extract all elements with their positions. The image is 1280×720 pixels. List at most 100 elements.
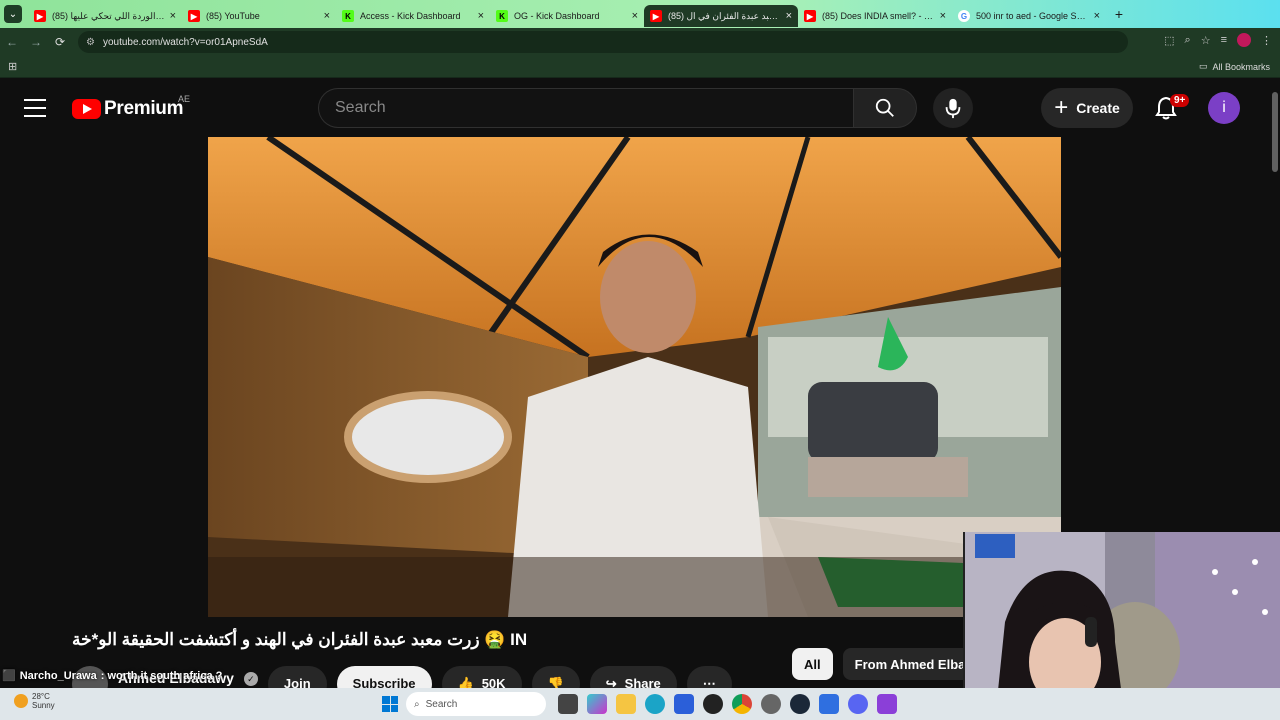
chat-username: Narcho_Urawa: [19, 669, 97, 682]
chat-message: : worth it south africa ?: [100, 669, 223, 682]
taskbar-search[interactable]: ⌕ Search: [406, 692, 546, 716]
like-button[interactable]: 👍 50K: [441, 666, 522, 688]
taskbar-apps: [558, 694, 897, 714]
logo-text: Premium: [104, 98, 184, 119]
windows-taskbar: 28°C Sunny ⌕ Search: [0, 688, 1280, 720]
browser-tab[interactable]: ▶ (85) زرت معبد عبدة الفئران في ال ×: [644, 5, 798, 27]
browser-toolbar: ← → ⟳ ⚙ youtube.com/watch?v=or01ApneSdA …: [0, 28, 1280, 56]
edge-icon[interactable]: [645, 694, 665, 714]
video-player[interactable]: [208, 137, 1061, 617]
guide-menu-icon[interactable]: [24, 96, 46, 120]
youtube-favicon-icon: ▶: [804, 10, 816, 22]
verified-badge-icon: ✓: [243, 672, 258, 686]
app-purple-icon[interactable]: [877, 694, 897, 714]
search-button[interactable]: [853, 88, 917, 128]
kick-favicon-icon: K: [342, 10, 354, 22]
close-tab-icon[interactable]: ×: [170, 10, 176, 22]
forward-icon[interactable]: →: [24, 35, 48, 49]
chip-from-channel[interactable]: From Ahmed Elba: [842, 648, 978, 680]
thumbs-down-icon: 👎: [547, 676, 564, 688]
plus-icon: +: [1054, 94, 1069, 121]
sun-icon: [14, 694, 28, 708]
discord-icon[interactable]: [848, 694, 868, 714]
close-tab-icon[interactable]: ×: [632, 10, 638, 22]
youtube-favicon-icon: ▶: [34, 10, 46, 22]
tab-title: 500 inr to aed - Google Search: [976, 11, 1090, 21]
chip-all[interactable]: All: [792, 648, 833, 680]
close-tab-icon[interactable]: ×: [940, 10, 946, 22]
tab-title: (85) زرت معبد عبدة الفئران في ال: [668, 10, 782, 21]
reload-icon[interactable]: ⟳: [48, 35, 72, 49]
weather-widget[interactable]: 28°C Sunny: [14, 692, 55, 710]
chrome-icon[interactable]: [732, 694, 752, 714]
account-avatar[interactable]: i: [1208, 92, 1240, 124]
site-info-icon[interactable]: ⚙: [86, 37, 95, 48]
profile-avatar[interactable]: [1237, 33, 1251, 47]
tab-title: Access - Kick Dashboard: [360, 11, 461, 21]
bookmarks-bar: ⊞ ▭ All Bookmarks: [0, 56, 1280, 78]
tab-search-icon[interactable]: ⌄: [4, 5, 22, 23]
back-icon[interactable]: ←: [0, 35, 24, 49]
create-button[interactable]: + Create: [1041, 88, 1133, 128]
close-tab-icon[interactable]: ×: [324, 10, 330, 22]
scrollbar-thumb[interactable]: [1272, 92, 1278, 172]
settings-icon[interactable]: [761, 694, 781, 714]
temperature: 28°C: [32, 692, 50, 701]
browser-tab[interactable]: ▶ (85) الوردة اللي تحكي عليها .be ×: [28, 5, 182, 27]
bookmark-star-icon[interactable]: ☆: [1201, 34, 1211, 47]
notification-badge: 9+: [1170, 94, 1190, 107]
store-icon[interactable]: [674, 694, 694, 714]
obs-icon[interactable]: [703, 694, 723, 714]
app-blue-icon[interactable]: [819, 694, 839, 714]
browser-tab[interactable]: G 500 inr to aed - Google Search ×: [952, 5, 1106, 27]
join-button[interactable]: Join: [267, 666, 327, 688]
tab-title: OG - Kick Dashboard: [514, 11, 600, 21]
new-tab-button[interactable]: +: [1110, 5, 1128, 23]
subscribe-label: Subscribe: [352, 676, 416, 688]
url-text: youtube.com/watch?v=or01ApneSdA: [102, 36, 268, 48]
microphone-icon: [945, 98, 961, 119]
install-icon[interactable]: ⬚: [1164, 34, 1174, 47]
steam-icon[interactable]: [790, 694, 810, 714]
share-button[interactable]: ↪ Share: [589, 666, 677, 688]
file-explorer-icon[interactable]: [616, 694, 636, 714]
apps-grid-icon[interactable]: ⊞: [8, 60, 17, 73]
youtube-favicon-icon: ▶: [650, 10, 662, 22]
youtube-masthead: Premium AE + Create 9+ i: [0, 80, 1280, 136]
video-frame: [208, 137, 1061, 617]
youtube-favicon-icon: ▶: [188, 10, 200, 22]
voice-search-button[interactable]: [933, 88, 973, 128]
like-count: 50K: [481, 676, 506, 688]
subscribe-button[interactable]: Subscribe: [336, 666, 432, 688]
zoom-icon[interactable]: ⌕: [1185, 34, 1191, 47]
address-bar[interactable]: ⚙ youtube.com/watch?v=or01ApneSdA: [78, 31, 1128, 53]
youtube-play-icon: [72, 99, 101, 119]
more-actions-button[interactable]: ⋯: [686, 666, 732, 688]
folder-icon: ▭: [1198, 61, 1208, 71]
all-bookmarks-label: All Bookmarks: [1212, 61, 1270, 72]
browser-tab[interactable]: ▶ (85) Does INDIA smell? - You ×: [798, 5, 952, 27]
browser-tab[interactable]: K OG - Kick Dashboard ×: [490, 5, 644, 27]
kick-favicon-icon: K: [496, 10, 508, 22]
tab-title: (85) Does INDIA smell? - You: [822, 11, 936, 21]
close-tab-icon[interactable]: ×: [786, 10, 792, 22]
thumbs-up-icon: 👍: [457, 676, 474, 688]
task-view-icon[interactable]: [558, 694, 578, 714]
search-box: [318, 88, 854, 128]
windows-start-icon[interactable]: [382, 696, 398, 712]
chrome-menu-icon[interactable]: ⋮: [1261, 34, 1272, 47]
all-bookmarks-button[interactable]: ▭ All Bookmarks: [1199, 61, 1270, 72]
close-tab-icon[interactable]: ×: [478, 10, 484, 22]
close-tab-icon[interactable]: ×: [1094, 10, 1100, 22]
tab-title: (85) YouTube: [206, 11, 260, 21]
copilot-icon[interactable]: [587, 694, 607, 714]
youtube-premium-logo[interactable]: Premium: [72, 98, 184, 120]
search-input[interactable]: [319, 89, 854, 127]
taskbar-search-label: Search: [425, 698, 458, 710]
media-control-icon[interactable]: ≡: [1221, 34, 1227, 46]
google-favicon-icon: G: [958, 10, 970, 22]
browser-tab[interactable]: ▶ (85) YouTube ×: [182, 5, 336, 27]
dislike-button[interactable]: 👎: [531, 666, 580, 688]
browser-tab[interactable]: K Access - Kick Dashboard ×: [336, 5, 490, 27]
more-icon: ⋯: [702, 676, 716, 688]
